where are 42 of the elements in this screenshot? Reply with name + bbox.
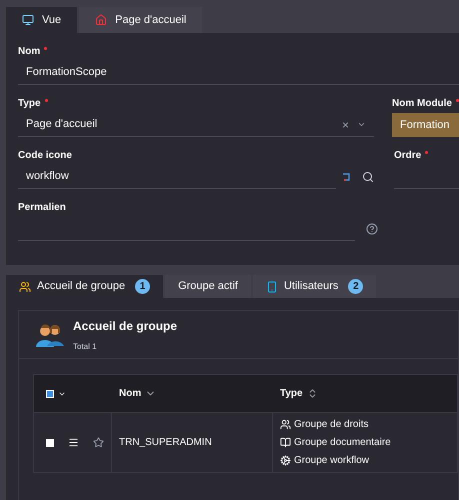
- total-count: Total 1: [73, 340, 98, 352]
- people-icon: [19, 280, 31, 292]
- group-type: Groupe de droits: [294, 418, 368, 432]
- group-type: Groupe documentaire: [294, 436, 391, 450]
- field-label: Nom: [18, 44, 40, 58]
- column-header[interactable]: Type: [280, 386, 303, 401]
- tab[interactable]: Vue: [6, 7, 78, 33]
- clear-button[interactable]: ×: [342, 116, 349, 134]
- workflow-icon: [342, 172, 351, 182]
- field-label: Code icone: [18, 148, 72, 162]
- field-label: Permalien: [18, 200, 66, 214]
- column-header[interactable]: Nom: [119, 386, 142, 401]
- star-icon[interactable]: [93, 437, 104, 448]
- select-all-checkbox[interactable]: [46, 390, 54, 398]
- tab[interactable]: Utilisateurs 2: [252, 275, 376, 298]
- group-type: Groupe workflow: [294, 454, 370, 468]
- text-field[interactable]: FormationScope: [18, 61, 459, 85]
- cogs-icon: [280, 455, 291, 466]
- house-icon: [95, 14, 108, 26]
- tab[interactable]: Groupe actif: [165, 275, 251, 298]
- row-checkbox[interactable]: [46, 438, 54, 446]
- count-badge: 1: [135, 279, 150, 294]
- search-icon[interactable]: [362, 171, 374, 183]
- menu-icon[interactable]: [68, 437, 79, 448]
- dropdown-caret-icon[interactable]: [357, 120, 366, 129]
- section-title: Accueil de groupe: [73, 318, 178, 334]
- tab[interactable]: Accueil de groupe 1: [6, 275, 164, 298]
- book-icon: [280, 437, 291, 448]
- field-label: Type: [18, 96, 41, 110]
- monitor-icon: [22, 14, 34, 26]
- table-cell-text: TRN_SUPERADMIN: [119, 436, 212, 450]
- users-icon: [280, 419, 291, 430]
- count-badge: 2: [348, 279, 364, 294]
- field-label: Ordre: [394, 148, 422, 162]
- select-field[interactable]: Page d'accueil ×: [18, 113, 374, 137]
- phone-icon: [266, 280, 278, 292]
- module-field[interactable]: Formation: [392, 113, 459, 137]
- tab[interactable]: Page d'accueil: [79, 7, 202, 33]
- people-icon: [35, 322, 65, 348]
- text-field[interactable]: workflow: [18, 165, 336, 189]
- help-icon[interactable]: [366, 223, 378, 235]
- field-label: Nom Module: [392, 96, 452, 110]
